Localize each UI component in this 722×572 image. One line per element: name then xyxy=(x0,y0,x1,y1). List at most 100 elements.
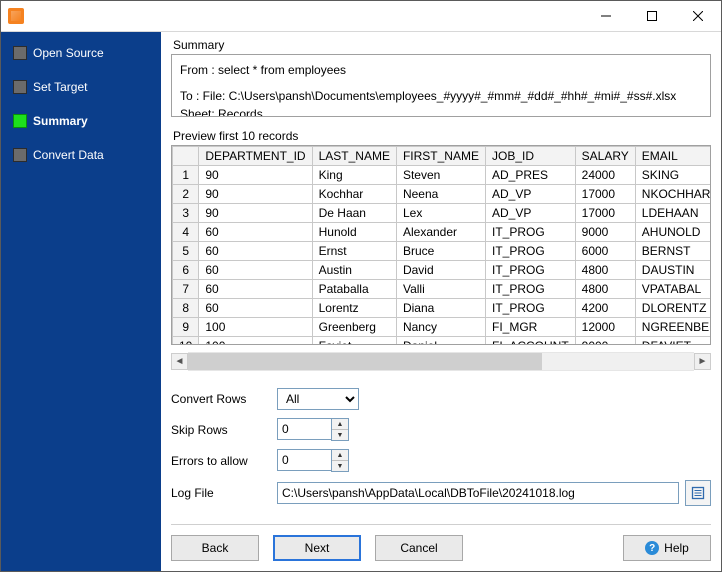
app-icon-slot xyxy=(1,8,31,24)
table-row[interactable]: 10100FavietDanielFI_ACCOUNT9000DFAVIET10… xyxy=(173,337,712,346)
table-row[interactable]: 460HunoldAlexanderIT_PROG9000AHUNOLD102 xyxy=(173,223,712,242)
errors-label: Errors to allow xyxy=(171,454,277,468)
help-icon: ? xyxy=(645,541,659,555)
cancel-button[interactable]: Cancel xyxy=(375,535,463,561)
table-cell: AHUNOLD xyxy=(635,223,711,242)
skip-rows-stepper[interactable]: ▲ ▼ xyxy=(277,418,349,441)
row-number-cell: 7 xyxy=(173,280,199,299)
errors-down-icon[interactable]: ▼ xyxy=(332,461,348,471)
row-number-cell: 9 xyxy=(173,318,199,337)
wizard-step-open-source[interactable]: Open Source xyxy=(5,42,157,64)
row-number-cell: 10 xyxy=(173,337,199,346)
table-cell: 90 xyxy=(199,185,312,204)
summary-text-box: From : select * from employees To : File… xyxy=(171,54,711,117)
wizard-sidebar: Open Source Set Target Summary Convert Data xyxy=(1,32,161,571)
scroll-track[interactable] xyxy=(188,352,694,371)
skip-rows-up-icon[interactable]: ▲ xyxy=(332,419,348,430)
back-button[interactable]: Back xyxy=(171,535,259,561)
step-label: Convert Data xyxy=(33,148,104,162)
column-header[interactable]: DEPARTMENT_ID xyxy=(199,147,312,166)
table-cell: IT_PROG xyxy=(485,261,575,280)
convert-rows-select[interactable]: All xyxy=(277,388,359,410)
table-cell: Greenberg xyxy=(312,318,396,337)
table-cell: Lex xyxy=(396,204,485,223)
log-file-input[interactable] xyxy=(277,482,679,504)
table-cell: Valli xyxy=(396,280,485,299)
table-cell: LDEHAAN xyxy=(635,204,711,223)
table-cell: 60 xyxy=(199,223,312,242)
table-cell: 6000 xyxy=(575,242,635,261)
table-row[interactable]: 190KingStevenAD_PRES24000SKINGnull xyxy=(173,166,712,185)
maximize-button[interactable] xyxy=(629,1,675,31)
row-number-cell: 5 xyxy=(173,242,199,261)
column-header[interactable]: JOB_ID xyxy=(485,147,575,166)
column-header[interactable]: FIRST_NAME xyxy=(396,147,485,166)
table-row[interactable]: 390De HaanLexAD_VP17000LDEHAAN100 xyxy=(173,204,712,223)
step-indicator-icon xyxy=(13,148,27,162)
row-number-header xyxy=(173,147,199,166)
table-cell: Lorentz xyxy=(312,299,396,318)
table-cell: Daniel xyxy=(396,337,485,346)
next-button[interactable]: Next xyxy=(273,535,361,561)
table-cell: 90 xyxy=(199,204,312,223)
scroll-thumb[interactable] xyxy=(188,353,542,370)
table-cell: 60 xyxy=(199,299,312,318)
help-label: Help xyxy=(664,541,689,555)
skip-rows-down-icon[interactable]: ▼ xyxy=(332,430,348,440)
table-cell: Ernst xyxy=(312,242,396,261)
close-button[interactable] xyxy=(675,1,721,31)
step-indicator-icon xyxy=(13,114,27,128)
column-header[interactable]: EMAIL xyxy=(635,147,711,166)
errors-input[interactable] xyxy=(277,449,331,471)
minimize-button[interactable] xyxy=(583,1,629,31)
wizard-step-set-target[interactable]: Set Target xyxy=(5,76,157,98)
help-button[interactable]: ? Help xyxy=(623,535,711,561)
table-cell: Hunold xyxy=(312,223,396,242)
table-cell: 4200 xyxy=(575,299,635,318)
step-indicator-icon xyxy=(13,80,27,94)
errors-up-icon[interactable]: ▲ xyxy=(332,450,348,461)
table-row[interactable]: 660AustinDavidIT_PROG4800DAUSTIN103 xyxy=(173,261,712,280)
table-cell: Alexander xyxy=(396,223,485,242)
table-cell: 100 xyxy=(199,318,312,337)
table-row[interactable]: 9100GreenbergNancyFI_MGR12000NGREENBE101 xyxy=(173,318,712,337)
wizard-step-convert-data[interactable]: Convert Data xyxy=(5,144,157,166)
column-header[interactable]: LAST_NAME xyxy=(312,147,396,166)
row-number-cell: 6 xyxy=(173,261,199,280)
column-header[interactable]: SALARY xyxy=(575,147,635,166)
table-cell: Pataballa xyxy=(312,280,396,299)
scroll-left-arrow-icon[interactable]: ◄ xyxy=(171,353,188,370)
table-cell: Austin xyxy=(312,261,396,280)
table-cell: Steven xyxy=(396,166,485,185)
titlebar xyxy=(1,1,721,32)
table-cell: DFAVIET xyxy=(635,337,711,346)
summary-heading: Summary xyxy=(173,38,711,52)
table-row[interactable]: 860LorentzDianaIT_PROG4200DLORENTZ103 xyxy=(173,299,712,318)
skip-rows-input[interactable] xyxy=(277,418,331,440)
scroll-right-arrow-icon[interactable]: ► xyxy=(694,353,711,370)
summary-from-line: From : select * from employees xyxy=(180,61,702,79)
table-row[interactable]: 760PataballaValliIT_PROG4800VPATABAL103 xyxy=(173,280,712,299)
step-label: Summary xyxy=(33,114,88,128)
wizard-step-summary[interactable]: Summary xyxy=(5,110,157,132)
table-cell: DAUSTIN xyxy=(635,261,711,280)
table-cell: 12000 xyxy=(575,318,635,337)
table-cell: 17000 xyxy=(575,204,635,223)
table-cell: 100 xyxy=(199,337,312,346)
horizontal-scrollbar[interactable]: ◄ ► xyxy=(171,353,711,370)
errors-stepper[interactable]: ▲ ▼ xyxy=(277,449,349,472)
table-cell: Bruce xyxy=(396,242,485,261)
table-row[interactable]: 560ErnstBruceIT_PROG6000BERNST103 xyxy=(173,242,712,261)
log-file-label: Log File xyxy=(171,486,277,500)
table-cell: IT_PROG xyxy=(485,280,575,299)
table-cell: IT_PROG xyxy=(485,299,575,318)
table-cell: FI_MGR xyxy=(485,318,575,337)
table-cell: Diana xyxy=(396,299,485,318)
step-indicator-icon xyxy=(13,46,27,60)
skip-rows-label: Skip Rows xyxy=(171,423,277,437)
browse-log-button[interactable] xyxy=(685,480,711,506)
table-row[interactable]: 290KochharNeenaAD_VP17000NKOCHHAR100 xyxy=(173,185,712,204)
preview-grid[interactable]: DEPARTMENT_IDLAST_NAMEFIRST_NAMEJOB_IDSA… xyxy=(171,145,711,345)
table-cell: IT_PROG xyxy=(485,223,575,242)
table-cell: AD_VP xyxy=(485,204,575,223)
